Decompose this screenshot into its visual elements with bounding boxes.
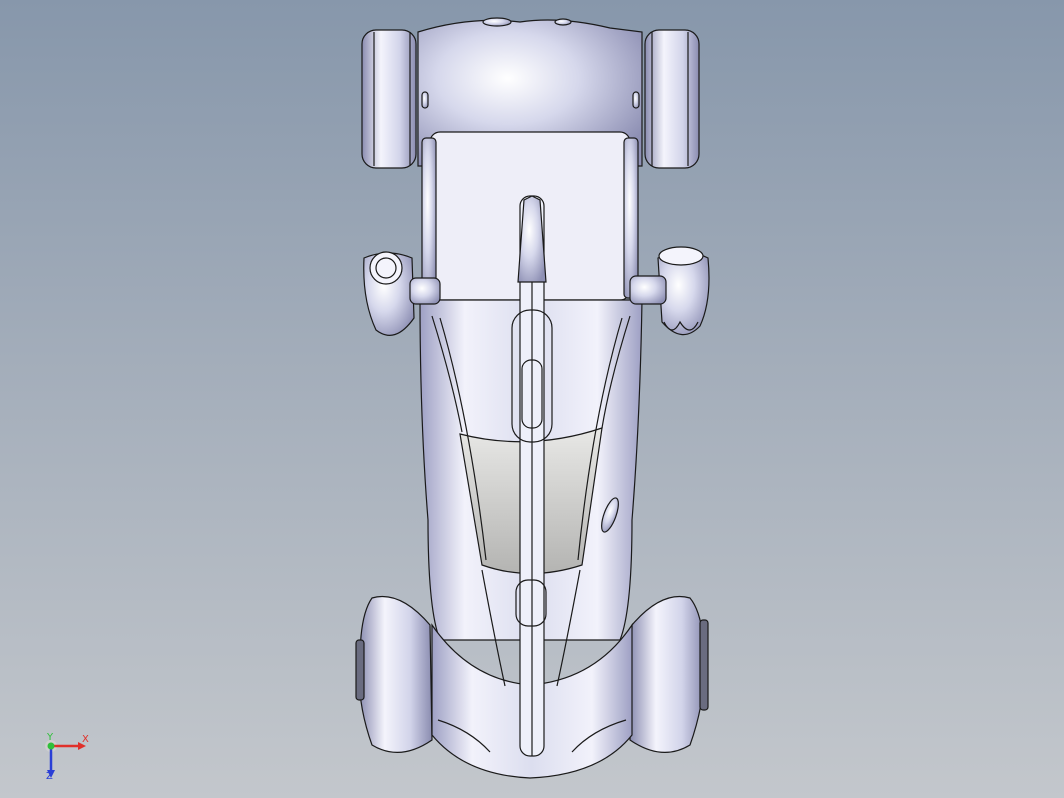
rear-left-tire (361, 29, 417, 169)
z-axis-label: Z (46, 771, 53, 782)
graphics-viewport[interactable]: X Y Z (0, 0, 1064, 798)
front-left-wheel (358, 595, 433, 754)
front-right-wheel (629, 595, 705, 754)
x-axis-label: X (82, 734, 89, 745)
car-model-top-view[interactable] (0, 0, 1064, 798)
y-axis-label: Y (47, 732, 54, 743)
rear-right-tire (644, 29, 700, 169)
y-axis-point (47, 742, 55, 750)
